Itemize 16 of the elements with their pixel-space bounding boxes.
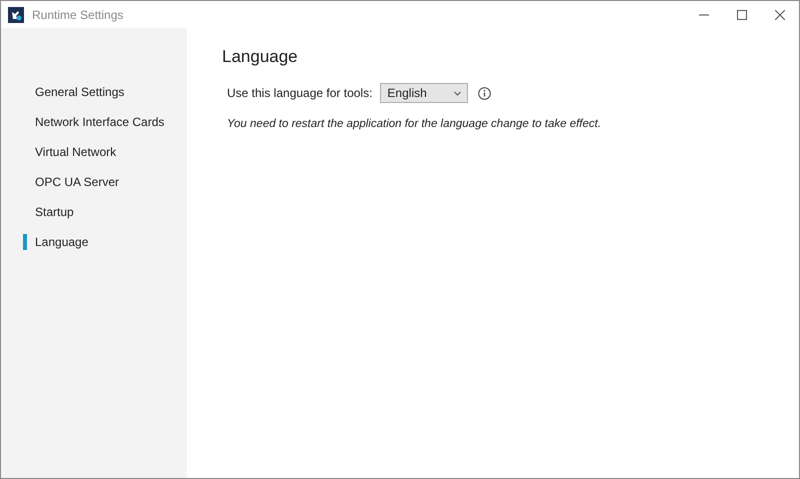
sidebar-item[interactable]: Startup: [23, 204, 74, 220]
sidebar-item[interactable]: Network Interface Cards: [23, 114, 164, 130]
caret-icon: [454, 90, 462, 96]
sidebar-item[interactable]: Language: [23, 234, 88, 250]
window-title: Runtime Settings: [32, 8, 124, 22]
info-icon[interactable]: [478, 86, 492, 100]
maximize-icon: [737, 10, 747, 20]
field-label: Use this language for tools:: [227, 86, 372, 100]
section-heading: Language: [222, 47, 299, 67]
sidebar-item[interactable]: General Settings: [23, 84, 124, 100]
sidebar-item[interactable]: Virtual Network: [23, 144, 116, 160]
language-dropdown[interactable]: English: [380, 83, 468, 103]
close-icon: [775, 10, 785, 20]
app-icon: [8, 6, 24, 22]
sidebar-item[interactable]: OPC UA Server: [23, 174, 120, 190]
restart-note: You need to restart the application for the language change to take effect.: [227, 118, 602, 130]
